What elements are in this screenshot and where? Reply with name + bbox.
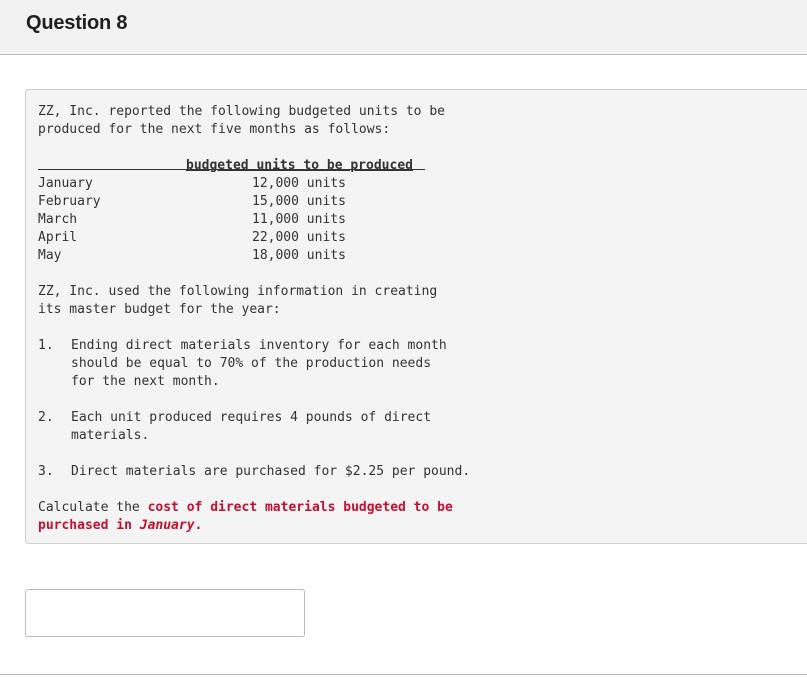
footer-divider — [0, 674, 807, 675]
info-line: its master budget for the year: — [38, 302, 281, 317]
units-column: 12,000 units 15,000 units 11,000 units 2… — [252, 175, 346, 265]
list-item-number: 3. — [38, 464, 54, 479]
problem-card: ZZ, Inc. reported the following budgeted… — [25, 89, 807, 544]
table-row-units: 15,000 units — [252, 194, 346, 209]
month-column: January February March April May — [38, 175, 101, 265]
table-row-units: 11,000 units — [252, 212, 346, 227]
list-item-line: Each unit produced requires 4 pounds of … — [71, 410, 432, 425]
list-item-line: materials. — [71, 428, 150, 443]
question-prefix: Calculate the — [38, 500, 148, 515]
intro-line: ZZ, Inc. reported the following budgeted… — [38, 104, 445, 119]
question-month: January — [139, 518, 195, 533]
question-highlight: cost of direct materials budgeted to be — [147, 500, 453, 515]
info-paragraph: ZZ, Inc. used the following information … — [38, 283, 437, 319]
intro-line: produced for the next five months as fol… — [38, 122, 391, 137]
list-item-text: Direct materials are purchased for $2.25… — [71, 463, 470, 481]
table-row-units: 22,000 units — [252, 230, 346, 245]
list-item-number: 2. — [38, 410, 54, 425]
table-row-month: April — [38, 230, 78, 245]
table-row-month: January — [38, 176, 93, 191]
question-header: Question 8 — [0, 0, 807, 55]
list-item-text: Each unit produced requires 4 pounds of … — [71, 409, 431, 445]
list-item-line: Direct materials are purchased for $2.25… — [71, 464, 471, 479]
question-suffix: . — [194, 518, 203, 533]
answer-input[interactable] — [25, 589, 305, 637]
table-row-units: 18,000 units — [252, 248, 346, 263]
table-row-month: March — [38, 212, 78, 227]
list-item-number: 1. — [38, 338, 54, 353]
list-item-line: for the next month. — [71, 374, 220, 389]
list-item-line: should be equal to 70% of the production… — [71, 356, 432, 371]
question-prompt: Calculate the cost of direct materials b… — [38, 499, 453, 535]
intro-paragraph: ZZ, Inc. reported the following budgeted… — [38, 103, 445, 139]
table-column-header: budgeted units to be produced — [186, 158, 413, 173]
info-line: ZZ, Inc. used the following information … — [38, 284, 438, 299]
question-title: Question 8 — [26, 12, 128, 34]
list-item: 1. Ending direct materials inventory for… — [38, 337, 447, 409]
question-highlight: purchased in — [38, 518, 140, 533]
list-item-line: Ending direct materials inventory for ea… — [71, 338, 447, 353]
table-row-month: February — [38, 194, 101, 209]
list-item-text: Ending direct materials inventory for ea… — [71, 337, 447, 391]
table-row-units: 12,000 units — [252, 176, 346, 191]
table-row-month: May — [38, 248, 62, 263]
